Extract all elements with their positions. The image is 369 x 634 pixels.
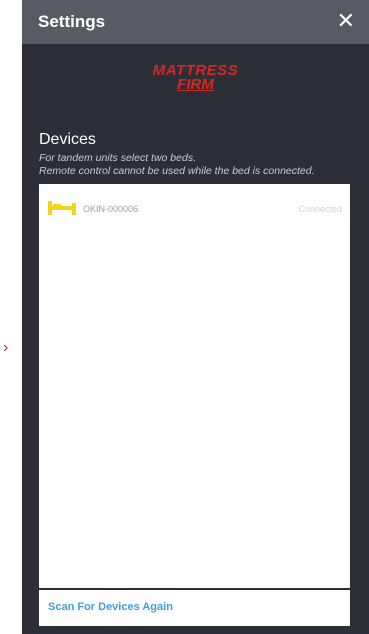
devices-heading: Devices [39,131,96,148]
device-name: OKIN-000006 [83,204,139,214]
page-title: Settings [38,12,106,31]
mattress-firm-logo: MATTRESS FIRM [22,63,369,93]
instruction-line-2: Remote control cannot be used while the … [39,165,315,177]
instruction-line-1: For tandem units select two beds. [39,152,196,164]
close-icon[interactable]: ✕ [337,9,355,33]
device-status: Connected [298,204,342,214]
device-list: OKIN-000006 Connected [39,184,350,588]
devices-instructions: For tandem units select two beds. Remote… [39,152,315,178]
settings-header: Settings ✕ [22,0,369,44]
scan-bar: Scan For Devices Again [39,590,350,626]
scan-devices-button[interactable]: Scan For Devices Again [48,601,173,613]
logo-line-2: FIRM [177,76,214,93]
device-row[interactable]: OKIN-000006 Connected [39,198,350,220]
side-arrow-icon: › [3,339,9,356]
bed-icon [48,201,76,217]
settings-panel: Settings ✕ MATTRESS FIRM Devices For tan… [22,0,369,634]
